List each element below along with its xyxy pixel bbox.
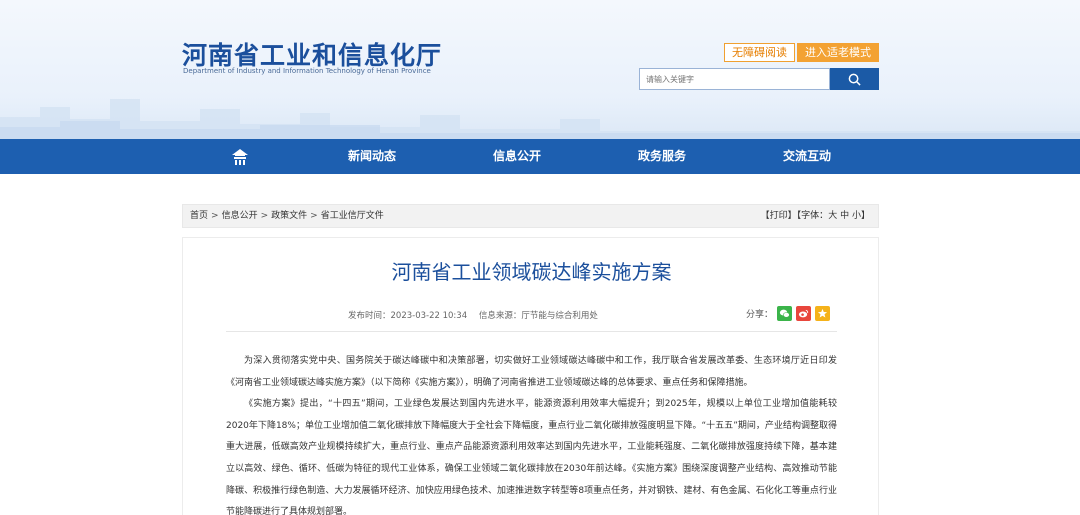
main-nav: 新闻动态 信息公开 政务服务 交流互动 — [0, 139, 1080, 174]
wechat-icon[interactable] — [777, 306, 793, 321]
search-input[interactable] — [639, 68, 830, 90]
search-button[interactable] — [830, 68, 879, 90]
city-skyline-decoration — [0, 99, 1080, 139]
search-icon — [848, 73, 861, 86]
breadcrumb-dept-docs[interactable]: 省工业信厅文件 — [321, 211, 384, 221]
home-icon[interactable] — [230, 147, 250, 167]
nav-item-interaction[interactable]: 交流互动 — [783, 139, 831, 174]
qzone-icon[interactable] — [815, 306, 831, 321]
share-bar: 分享： — [746, 306, 831, 321]
page-tools: 【打印】【字体：大 中 小】 — [761, 205, 870, 227]
article-body: 为深入贯彻落实党中央、国务院关于碳达峰碳中和决策部署，切实做好工业领域碳达峰碳中… — [226, 351, 837, 515]
nav-item-info-disclosure[interactable]: 信息公开 — [493, 139, 541, 174]
article-title: 河南省工业领域碳达峰实施方案 — [391, 260, 672, 284]
print-button[interactable]: 【打印】 — [761, 211, 797, 221]
font-large-button[interactable]: 大 — [828, 211, 837, 221]
share-label: 分享： — [746, 310, 774, 320]
accessible-reading-button[interactable]: 无障碍阅读 — [724, 43, 795, 62]
info-source: 信息来源：厅节能与综合利用处 — [478, 311, 598, 321]
weibo-icon[interactable] — [796, 306, 812, 321]
nav-item-gov-services[interactable]: 政务服务 — [638, 139, 686, 174]
breadcrumb-home[interactable]: 首页 — [190, 211, 208, 221]
article-paragraph: 《实施方案》提出，“十四五”期间，工业绿色发展达到国内先进水平，能源资源利用效率… — [226, 399, 837, 515]
article-meta: 发布时间：2023-03-22 10:34 信息来源：厅节能与综合利用处 — [348, 309, 607, 321]
elder-mode-button[interactable]: 进入适老模式 — [797, 43, 879, 62]
article-paragraph: 为深入贯彻落实党中央、国务院关于碳达峰碳中和决策部署，切实做好工业领域碳达峰碳中… — [226, 356, 837, 388]
breadcrumb-policy-docs[interactable]: 政策文件 — [271, 211, 307, 221]
title-divider — [226, 331, 837, 332]
site-subtitle: Department of Industry and Information T… — [183, 67, 431, 75]
breadcrumb-info-disclosure[interactable]: 信息公开 — [222, 211, 258, 221]
nav-item-news[interactable]: 新闻动态 — [348, 139, 396, 174]
breadcrumb: 首页 > 信息公开 > 政策文件 > 省工业信厅文件 — [190, 205, 384, 227]
breadcrumb-separator: > — [260, 211, 269, 221]
font-medium-button[interactable]: 中 — [840, 211, 849, 221]
article-container: 河南省工业领域碳达峰实施方案 发布时间：2023-03-22 10:34 信息来… — [182, 237, 879, 515]
breadcrumb-separator: > — [310, 211, 318, 221]
font-small-button[interactable]: 小 — [852, 211, 861, 221]
font-size-suffix: 】 — [860, 211, 870, 221]
breadcrumb-separator: > — [211, 211, 219, 221]
publish-time: 发布时间：2023-03-22 10:34 — [348, 311, 468, 321]
breadcrumb-bar: 首页 > 信息公开 > 政策文件 > 省工业信厅文件 【打印】【字体：大 中 小】 — [182, 204, 879, 228]
font-size-prefix: 【字体： — [796, 211, 829, 221]
site-header: 河南省工业和信息化厅 Department of Industry and In… — [0, 0, 1080, 139]
